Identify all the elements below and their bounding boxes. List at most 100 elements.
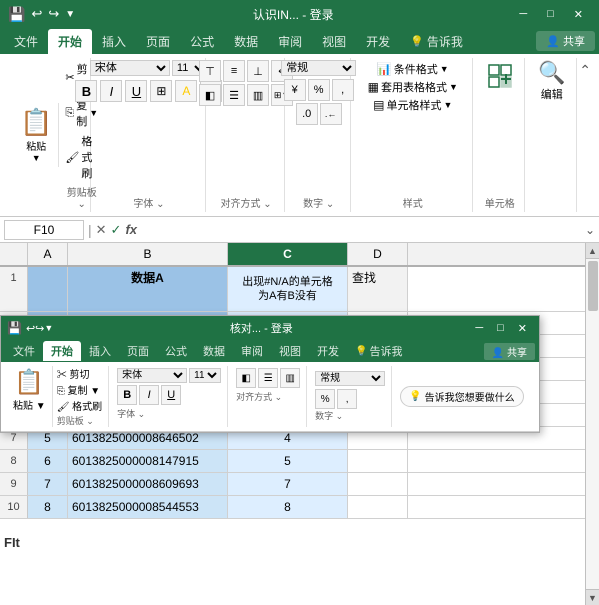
percent-btn[interactable]: % bbox=[308, 79, 330, 101]
overlay-tab-file[interactable]: 文件 bbox=[5, 341, 43, 361]
quick-access-more[interactable]: ▼ bbox=[65, 9, 75, 20]
cell-d1[interactable]: 查找 bbox=[348, 267, 408, 311]
number-format-select[interactable]: 常规 bbox=[281, 60, 356, 76]
col-header-a[interactable]: A bbox=[28, 243, 68, 265]
paste-btn[interactable]: 📋 粘贴 ▼ bbox=[14, 103, 59, 167]
tab-review[interactable]: 审阅 bbox=[268, 29, 312, 54]
overlay-format-painter-btn[interactable]: 🖌 格式刷 bbox=[57, 398, 102, 413]
cell-b10[interactable]: 6013825000008544553 bbox=[68, 496, 228, 518]
overlay-tab-review[interactable]: 审阅 bbox=[233, 341, 271, 361]
comma-btn[interactable]: , bbox=[332, 79, 354, 101]
overlay-font-family[interactable]: 宋体 bbox=[117, 368, 187, 383]
align-left-btn[interactable]: ◧ bbox=[199, 84, 221, 106]
cell-style-btn[interactable]: ▤ 单元格样式 ▼ bbox=[371, 96, 454, 114]
cell-b1[interactable]: 数据A bbox=[68, 267, 228, 311]
cell-a8[interactable]: 6 bbox=[28, 450, 68, 472]
cell-d10[interactable] bbox=[348, 496, 408, 518]
font-family-select[interactable]: 宋体 bbox=[90, 60, 170, 76]
overlay-share-btn[interactable]: 👤 共享 bbox=[484, 343, 535, 360]
overlay-tab-formula[interactable]: 公式 bbox=[157, 341, 195, 361]
tab-insert[interactable]: 插入 bbox=[92, 29, 136, 54]
cell-c8[interactable]: 5 bbox=[228, 450, 348, 472]
fill-color-btn[interactable]: A bbox=[175, 80, 197, 102]
cancel-formula-icon[interactable]: ✕ bbox=[96, 222, 107, 238]
tab-page[interactable]: 页面 bbox=[136, 29, 180, 54]
align-middle-btn[interactable]: ≡ bbox=[223, 60, 245, 82]
overlay-number-select[interactable]: 常规 bbox=[315, 371, 385, 386]
cell-a10[interactable]: 8 bbox=[28, 496, 68, 518]
overlay-italic-btn[interactable]: I bbox=[139, 385, 159, 405]
overlay-comma-btn[interactable]: , bbox=[337, 389, 357, 409]
overlay-paste-btn[interactable]: 📋 粘贴 ▼ bbox=[7, 366, 53, 427]
cell-c1[interactable]: 出现#N/A的单元格为A有B没有 bbox=[228, 267, 348, 311]
formula-input[interactable] bbox=[141, 220, 581, 240]
overlay-align-left-btn[interactable]: ◧ bbox=[236, 368, 256, 388]
overlay-redo-icon[interactable]: ↪ bbox=[35, 322, 44, 335]
undo-icon[interactable]: ↩ bbox=[31, 6, 42, 22]
bold-btn[interactable]: B bbox=[75, 80, 97, 102]
share-button[interactable]: 👤 共享 bbox=[536, 31, 595, 51]
conditional-format-btn[interactable]: 📊 条件格式 ▼ bbox=[375, 60, 451, 78]
tab-search[interactable]: 💡告诉我 bbox=[400, 29, 473, 54]
cell-a9[interactable]: 7 bbox=[28, 473, 68, 495]
overlay-undo-icon[interactable]: ↩ bbox=[26, 322, 35, 335]
ribbon-collapse[interactable]: ⌃ bbox=[579, 58, 591, 212]
confirm-formula-icon[interactable]: ✓ bbox=[111, 222, 122, 238]
overlay-align-center-btn[interactable]: ☰ bbox=[258, 368, 278, 388]
maximize-btn[interactable]: □ bbox=[539, 6, 562, 23]
col-header-d[interactable]: D bbox=[348, 243, 408, 265]
cell-d8[interactable] bbox=[348, 450, 408, 472]
tab-file[interactable]: 文件 bbox=[4, 29, 48, 54]
align-right-btn[interactable]: ▥ bbox=[247, 84, 269, 106]
save-icon[interactable]: 💾 bbox=[8, 6, 25, 23]
tab-view[interactable]: 视图 bbox=[312, 29, 356, 54]
cell-b8[interactable]: 6013825000008147915 bbox=[68, 450, 228, 472]
insert-cell-btn[interactable] bbox=[484, 60, 516, 92]
vertical-scrollbar[interactable]: ▲ ▼ bbox=[585, 243, 599, 605]
overlay-tab-view[interactable]: 视图 bbox=[271, 341, 309, 361]
collapse-icon[interactable]: ⌃ bbox=[579, 62, 591, 79]
table-style-btn[interactable]: ▦ 套用表格格式 ▼ bbox=[366, 78, 460, 96]
overlay-close-btn[interactable]: ✕ bbox=[512, 321, 533, 336]
scroll-thumb[interactable] bbox=[588, 261, 598, 311]
scroll-down-btn[interactable]: ▼ bbox=[586, 589, 599, 605]
overlay-more-icon[interactable]: ▼ bbox=[44, 323, 53, 333]
cell-a1[interactable] bbox=[28, 267, 68, 311]
name-box[interactable] bbox=[4, 220, 84, 240]
col-header-b[interactable]: B bbox=[68, 243, 228, 265]
cell-d9[interactable] bbox=[348, 473, 408, 495]
overlay-tab-search[interactable]: 💡告诉我 bbox=[347, 341, 410, 361]
col-header-c[interactable]: C bbox=[228, 243, 348, 265]
italic-btn[interactable]: I bbox=[100, 80, 122, 102]
formula-expand-icon[interactable]: ⌄ bbox=[585, 223, 595, 237]
close-btn[interactable]: ✕ bbox=[566, 6, 591, 23]
overlay-tellme-input[interactable]: 💡 告诉我您想要做什么 bbox=[400, 386, 523, 407]
tab-home[interactable]: 开始 bbox=[48, 29, 92, 54]
border-btn[interactable]: ⊞ bbox=[150, 80, 172, 102]
fx-icon[interactable]: fx bbox=[125, 222, 137, 237]
overlay-maximize-btn[interactable]: □ bbox=[491, 321, 510, 336]
overlay-save-icon[interactable]: 💾 bbox=[7, 321, 22, 335]
decrease-decimal-btn[interactable]: .← bbox=[320, 103, 342, 125]
overlay-tab-dev[interactable]: 开发 bbox=[309, 341, 347, 361]
underline-btn[interactable]: U bbox=[125, 80, 147, 102]
cell-c9[interactable]: 7 bbox=[228, 473, 348, 495]
overlay-copy-btn[interactable]: ⎘ 复制 ▼ bbox=[57, 382, 102, 397]
currency-btn[interactable]: ¥ bbox=[284, 79, 306, 101]
overlay-tab-home[interactable]: 开始 bbox=[43, 341, 81, 361]
align-top-btn[interactable]: ⊤ bbox=[199, 60, 221, 82]
overlay-tab-data[interactable]: 数据 bbox=[195, 341, 233, 361]
overlay-minimize-btn[interactable]: ─ bbox=[469, 321, 489, 336]
redo-icon[interactable]: ↪ bbox=[48, 6, 59, 22]
overlay-font-size[interactable]: 11 bbox=[189, 368, 221, 383]
scroll-up-btn[interactable]: ▲ bbox=[586, 243, 599, 259]
overlay-tab-page[interactable]: 页面 bbox=[119, 341, 157, 361]
cell-b9[interactable]: 6013825000008609693 bbox=[68, 473, 228, 495]
align-bottom-btn[interactable]: ⊥ bbox=[247, 60, 269, 82]
overlay-cut-btn[interactable]: ✂ 剪切 bbox=[57, 366, 102, 381]
search-btn[interactable]: 🔍 编辑 bbox=[538, 60, 565, 102]
cell-c10[interactable]: 8 bbox=[228, 496, 348, 518]
minimize-btn[interactable]: ─ bbox=[511, 6, 535, 23]
overlay-bold-btn[interactable]: B bbox=[117, 385, 137, 405]
tab-data[interactable]: 数据 bbox=[224, 29, 268, 54]
